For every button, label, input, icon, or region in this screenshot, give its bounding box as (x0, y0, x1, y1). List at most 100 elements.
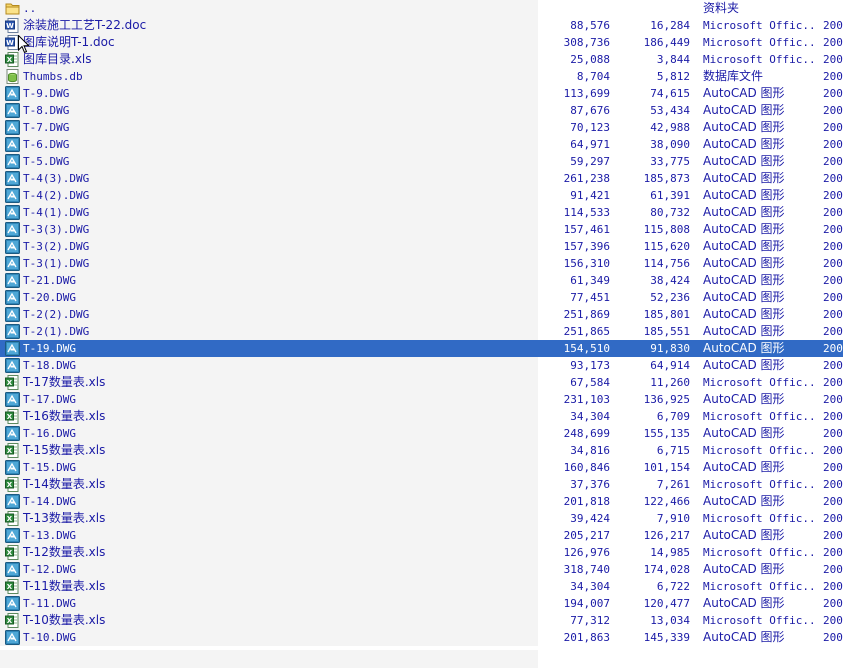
file-date: 2006 (823, 512, 843, 525)
autocad-dwg-icon (5, 205, 20, 220)
file-size: 34,304 (570, 580, 610, 593)
file-row[interactable]: T-3(1).DWG 156,310 114,756 AutoCAD 图形 2006 (0, 255, 843, 272)
file-row[interactable]: T-4(3).DWG 261,238 185,873 AutoCAD 图形 2006 (0, 170, 843, 187)
file-list[interactable]: .. 资料夹 W 涂装施工工艺T-22.doc 88,576 16,284 Microsof… (0, 0, 843, 646)
file-date: 2006 (823, 155, 843, 168)
name-column-background (0, 289, 538, 306)
file-type: AutoCAD 图形 (703, 120, 785, 134)
file-name: T-3(1).DWG (23, 257, 90, 270)
autocad-dwg-icon (5, 137, 20, 152)
file-size: 91,421 (570, 189, 610, 202)
file-type: 数据库文件 (703, 69, 764, 83)
file-name: 图库说明T-1.doc (23, 35, 115, 49)
file-size: 114,533 (563, 206, 610, 219)
file-row[interactable]: T-4(2).DWG 91,421 61,391 AutoCAD 图形 2006 (0, 187, 843, 204)
file-packed-size: 52,236 (650, 291, 690, 304)
list-empty-area (0, 650, 843, 668)
file-row[interactable]: X 图库目录.xls 25,088 3,844 Microsoft Offic... 20… (0, 51, 843, 68)
file-type: AutoCAD 图形 (703, 171, 785, 185)
file-name: T-12.DWG (23, 563, 76, 576)
file-row[interactable]: T-19.DWG 154,510 91,830 AutoCAD 图形 2006 (0, 340, 843, 357)
file-row[interactable]: T-15.DWG 160,846 101,154 AutoCAD 图形 2006 (0, 459, 843, 476)
file-packed-size: 13,034 (650, 614, 690, 627)
file-row[interactable]: W 涂装施工工艺T-22.doc 88,576 16,284 Microsoft Off… (0, 17, 843, 34)
file-row[interactable]: T-3(2).DWG 157,396 115,620 AutoCAD 图形 2006 (0, 238, 843, 255)
file-type: Microsoft Offic... (703, 546, 815, 559)
file-type: AutoCAD 图形 (703, 273, 785, 287)
autocad-dwg-icon (5, 494, 20, 509)
file-name: T-3(2).DWG (23, 240, 90, 253)
file-row[interactable]: X T-10数量表.xls 77,312 13,034 Microsoft Offic.… (0, 612, 843, 629)
file-row[interactable]: T-8.DWG 87,676 53,434 AutoCAD 图形 2006 (0, 102, 843, 119)
file-date: 2006 (823, 189, 843, 202)
file-type: AutoCAD 图形 (703, 562, 785, 576)
file-row[interactable]: T-2(2).DWG 251,869 185,801 AutoCAD 图形 2006 (0, 306, 843, 323)
file-row[interactable]: T-9.DWG 113,699 74,615 AutoCAD 图形 2006 (0, 85, 843, 102)
file-row[interactable]: X T-11数量表.xls 34,304 6,722 Microsoft Offic..… (0, 578, 843, 595)
file-packed-size: 115,620 (643, 240, 690, 253)
file-date: 2006 (823, 19, 843, 32)
name-column-background (0, 136, 538, 153)
file-size: 201,863 (563, 631, 610, 644)
file-row[interactable]: X T-13数量表.xls 39,424 7,910 Microsoft Offic..… (0, 510, 843, 527)
file-row[interactable]: T-10.DWG 201,863 145,339 AutoCAD 图形 2006 (0, 629, 843, 646)
file-size: 77,451 (570, 291, 610, 304)
database-file-icon (5, 69, 20, 84)
file-row[interactable]: T-14.DWG 201,818 122,466 AutoCAD 图形 2006 (0, 493, 843, 510)
file-type: Microsoft Offic... (703, 512, 815, 525)
file-row[interactable]: T-4(1).DWG 114,533 80,732 AutoCAD 图形 2006 (0, 204, 843, 221)
file-row[interactable]: T-21.DWG 61,349 38,424 AutoCAD 图形 2006 (0, 272, 843, 289)
autocad-dwg-icon (5, 358, 20, 373)
excel-xls-icon: X (5, 409, 20, 424)
file-row[interactable]: X T-12数量表.xls 126,976 14,985 Microsoft Offic… (0, 544, 843, 561)
file-size: 157,396 (563, 240, 610, 253)
file-row[interactable]: X T-16数量表.xls 34,304 6,709 Microsoft Offic..… (0, 408, 843, 425)
file-date: 2006 (823, 274, 843, 287)
file-row[interactable]: Thumbs.db 8,704 5,812 数据库文件 2007 (0, 68, 843, 85)
autocad-dwg-icon (5, 256, 20, 271)
autocad-dwg-icon (5, 290, 20, 305)
file-packed-size: 14,985 (650, 546, 690, 559)
file-name: T-4(3).DWG (23, 172, 90, 185)
file-row[interactable]: T-12.DWG 318,740 174,028 AutoCAD 图形 2006 (0, 561, 843, 578)
file-name: T-14数量表.xls (23, 477, 106, 491)
file-row[interactable]: T-17.DWG 231,103 136,925 AutoCAD 图形 2006 (0, 391, 843, 408)
file-date: 2006 (823, 478, 843, 491)
file-name: T-20.DWG (23, 291, 76, 304)
file-date: 2006 (823, 325, 843, 338)
file-packed-size: 6,715 (656, 444, 690, 457)
file-row[interactable]: T-7.DWG 70,123 42,988 AutoCAD 图形 2006 (0, 119, 843, 136)
file-name: T-3(3).DWG (23, 223, 90, 236)
file-row[interactable]: W 图库说明T-1.doc 308,736 186,449 Microsoft Offi… (0, 34, 843, 51)
file-size: 157,461 (563, 223, 610, 236)
file-row[interactable]: T-3(3).DWG 157,461 115,808 AutoCAD 图形 2006 (0, 221, 843, 238)
file-row[interactable]: T-13.DWG 205,217 126,217 AutoCAD 图形 2006 (0, 527, 843, 544)
name-column-background (0, 561, 538, 578)
name-column-background (0, 272, 538, 289)
file-row[interactable]: T-18.DWG 93,173 64,914 AutoCAD 图形 2006 (0, 357, 843, 374)
file-row[interactable]: T-5.DWG 59,297 33,775 AutoCAD 图形 2006 (0, 153, 843, 170)
file-size: 251,869 (563, 308, 610, 321)
name-column-background (0, 527, 538, 544)
file-row[interactable]: T-11.DWG 194,007 120,477 AutoCAD 图形 2006 (0, 595, 843, 612)
file-date: 2006 (823, 53, 843, 66)
name-column-background (0, 425, 538, 442)
file-row[interactable]: X T-17数量表.xls 67,584 11,260 Microsoft Offic.… (0, 374, 843, 391)
file-row[interactable]: T-6.DWG 64,971 38,090 AutoCAD 图形 2006 (0, 136, 843, 153)
file-date: 2006 (823, 614, 843, 627)
file-row[interactable]: .. 资料夹 (0, 0, 843, 17)
name-column-background (0, 0, 538, 17)
file-packed-size: 101,154 (643, 461, 690, 474)
file-row[interactable]: T-20.DWG 77,451 52,236 AutoCAD 图形 2006 (0, 289, 843, 306)
autocad-dwg-icon (5, 171, 20, 186)
autocad-dwg-icon (5, 426, 20, 441)
name-column-background (0, 459, 538, 476)
file-row[interactable]: T-16.DWG 248,699 155,135 AutoCAD 图形 2006 (0, 425, 843, 442)
file-row[interactable]: X T-15数量表.xls 34,816 6,715 Microsoft Offic..… (0, 442, 843, 459)
file-size: 251,865 (563, 325, 610, 338)
file-date: 2006 (823, 563, 843, 576)
svg-text:X: X (7, 481, 13, 489)
file-row[interactable]: X T-14数量表.xls 37,376 7,261 Microsoft Offic..… (0, 476, 843, 493)
file-row[interactable]: T-2(1).DWG 251,865 185,551 AutoCAD 图形 2006 (0, 323, 843, 340)
file-name: T-9.DWG (23, 87, 70, 100)
